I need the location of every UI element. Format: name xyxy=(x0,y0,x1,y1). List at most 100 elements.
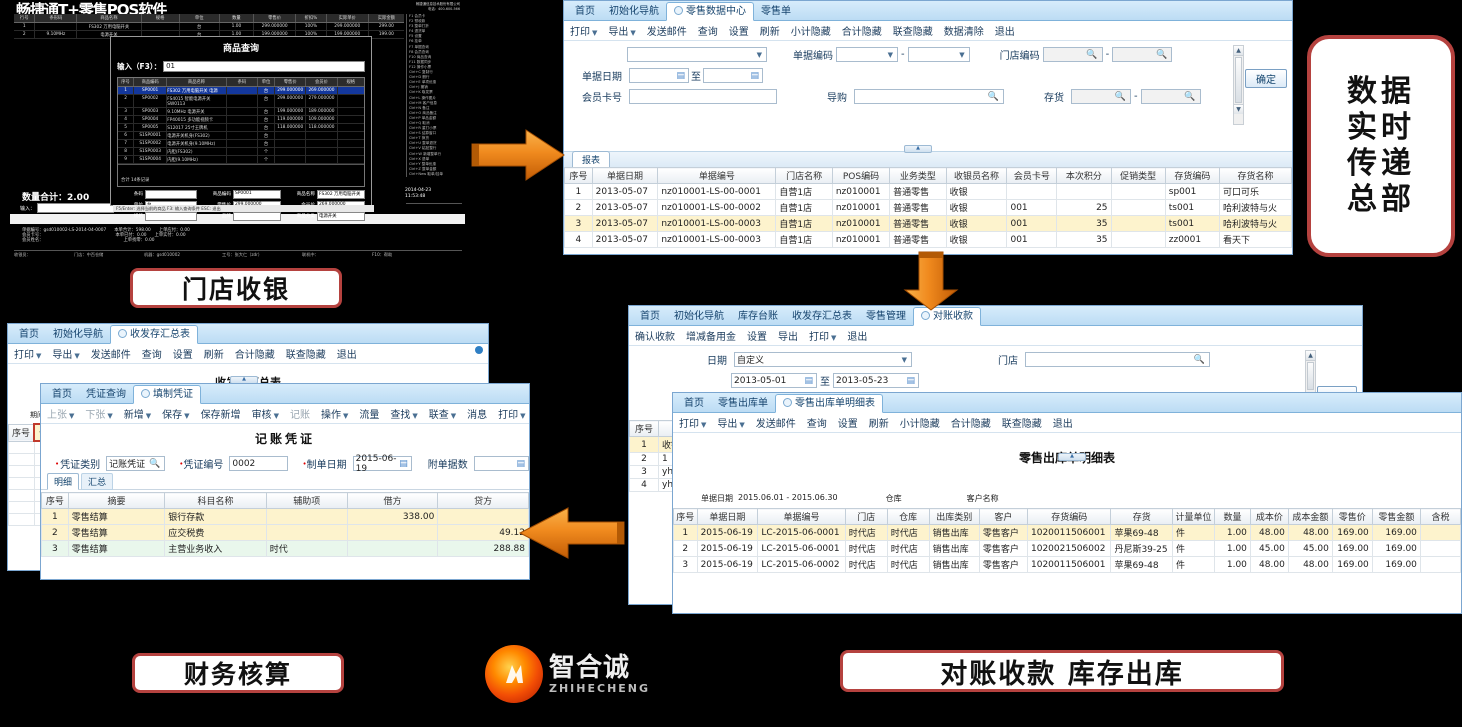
retail-center-menu-2[interactable]: 发送邮件 xyxy=(647,23,687,38)
detail-field[interactable]: 商品名称 FS302 万用电脑开关 xyxy=(285,190,365,199)
retail-center-menu-7[interactable]: 合计隐藏 xyxy=(842,23,882,38)
stock-summary-menu-4[interactable]: 设置 xyxy=(173,346,193,361)
retail-center-menu-6[interactable]: 小计隐藏 xyxy=(791,23,831,38)
stock-summary-menu-2[interactable]: 发送邮件 xyxy=(91,346,131,361)
retail-out-tab-1[interactable]: 零售出库单 xyxy=(711,395,775,412)
table-row[interactable]: 1 零售结算 银行存款 338.00 xyxy=(41,508,529,525)
table-row[interactable]: 2 2013-05-07 nz010001-LS-00-0002 自营1店 nz0100… xyxy=(564,199,1292,216)
retail-center-menu-0[interactable]: 打印 ▼ xyxy=(570,23,597,38)
date-from-input[interactable]: 2013-05-01 ▤ xyxy=(731,373,817,388)
retail-center-menubar[interactable]: 打印 ▼ 导出 ▼ 发送邮件 查询 设置 刷新 小计隐藏 合计隐藏 联查隐藏 数据清除 退出 xyxy=(564,21,1292,41)
tab-summary[interactable]: 汇总 xyxy=(81,473,114,490)
retail-out-menu-4[interactable]: 设置 xyxy=(838,415,858,430)
reconcile-tabbar[interactable]: 首页 初始化导航 库存台账 收发存汇总表 零售管理 对账收款 xyxy=(629,306,1362,326)
retail-center-menu-10[interactable]: 退出 xyxy=(995,23,1015,38)
tab-report[interactable]: 报表 xyxy=(572,151,611,167)
table-row[interactable]: 3 2015-06-19 LC-2015-06-0002 时代店 时代店 销售出库 零售客户… xyxy=(673,556,1461,573)
member-card-input[interactable] xyxy=(629,89,777,104)
voucher-tab-0[interactable]: 首页 xyxy=(45,386,79,403)
table-row[interactable]: 3 2013-05-07 nz010001-LS-00-0003 自营1店 nz0100… xyxy=(564,215,1292,232)
table-row[interactable]: 2 2015-06-19 LC-2015-06-0001 时代店 时代店 销售出库 零售客户… xyxy=(673,540,1461,557)
doc-date-from[interactable]: ▤ xyxy=(629,68,689,83)
retail-out-tabbar[interactable]: 首页 零售出库单 零售出库单明细表 xyxy=(673,393,1461,413)
voucher-menu-7[interactable]: 操作 ▼ xyxy=(321,406,348,421)
collapse-handle[interactable]: ▲ xyxy=(1058,453,1086,461)
dialog-result-row[interactable]: 7 S1SP0002 电源开关机身(9.10MHz) 台 xyxy=(118,140,364,148)
voucher-tab-2[interactable]: 填制凭证 xyxy=(133,385,201,404)
table-row[interactable]: 1 2013-05-07 nz010001-LS-00-0001 自营1店 nz0100… xyxy=(564,183,1292,200)
date-mode-select[interactable]: 自定义 ▼ xyxy=(734,352,912,367)
retail-center-menu-1[interactable]: 导出 ▼ xyxy=(608,23,635,38)
retail-center-menu-3[interactable]: 查询 xyxy=(698,23,718,38)
reconcile-menu-3[interactable]: 导出 xyxy=(778,328,798,343)
stock-summary-menubar[interactable]: 打印 ▼ 导出 ▼ 发送邮件 查询 设置 刷新 合计隐藏 联查隐藏 退出 xyxy=(8,344,488,364)
doc-date-to[interactable]: ▤ xyxy=(703,68,763,83)
help-icon[interactable] xyxy=(475,346,483,354)
voucher-menu-11[interactable]: 消息 xyxy=(467,406,487,421)
detail-field[interactable]: 规格 xyxy=(117,212,197,221)
voucher-menu-4[interactable]: 保存新增 xyxy=(201,406,241,421)
retail-out-tab-2[interactable]: 零售出库单明细表 xyxy=(775,394,883,413)
retail-out-tab-0[interactable]: 首页 xyxy=(677,395,711,412)
reconcile-tab-3[interactable]: 收发存汇总表 xyxy=(785,308,859,325)
voucher-menu-3[interactable]: 保存 ▼ xyxy=(162,406,189,421)
voucher-menubar[interactable]: 上张▼下张▼新增▼保存▼保存新增审核▼记账操作▼流量查找▼联查▼消息打印▼附件退… xyxy=(41,404,529,424)
retail-out-menu-2[interactable]: 发送邮件 xyxy=(756,415,796,430)
stock-summary-menu-6[interactable]: 合计隐藏 xyxy=(235,346,275,361)
retail-out-menu-8[interactable]: 联查隐藏 xyxy=(1002,415,1042,430)
retail-out-menu-1[interactable]: 导出 ▼ xyxy=(717,415,744,430)
retail-center-menu-8[interactable]: 联查隐藏 xyxy=(893,23,933,38)
retail-center-tabbar[interactable]: 首页 初始化导航 零售数据中心 零售单 xyxy=(564,1,1292,21)
dialog-result-row[interactable]: 8 S1SP0003 内胆(FS302) 个 xyxy=(118,148,364,156)
guide-input[interactable]: 🔍 xyxy=(854,89,1004,104)
dialog-result-row[interactable]: 3 SP0003 9.10MHz 电源开关 台 199.000000 189.000000 xyxy=(118,108,364,116)
report-subtab-bar[interactable]: 报表 xyxy=(564,151,1292,167)
retail-out-menubar[interactable]: 打印 ▼ 导出 ▼ 发送邮件 查询 设置 刷新 小计隐藏 合计隐藏 联查隐藏 退出 xyxy=(673,413,1461,433)
voucher-menu-6[interactable]: 记账 xyxy=(290,406,310,421)
retail-out-menu-3[interactable]: 查询 xyxy=(807,415,827,430)
table-row[interactable]: 1 2015-06-19 LC-2015-06-0001 时代店 时代店 销售出库 零售客户… xyxy=(673,524,1461,541)
tab-detail[interactable]: 明细 xyxy=(47,473,80,490)
retail-out-menu-7[interactable]: 合计隐藏 xyxy=(951,415,991,430)
voucher-subtabs[interactable]: 明细 汇总 xyxy=(41,473,529,490)
stock-summary-menu-7[interactable]: 联查隐藏 xyxy=(286,346,326,361)
confirm-button[interactable]: 确定 xyxy=(1245,69,1287,88)
stock-summary-tabbar[interactable]: 首页 初始化导航 收发存汇总表 xyxy=(8,324,488,344)
detail-field[interactable]: 品牌 xyxy=(201,212,281,221)
voucher-menu-12[interactable]: 打印 ▼ xyxy=(498,406,525,421)
table-row[interactable]: 2 零售结算 应交税费 49.12 xyxy=(41,524,529,541)
pos-input-row[interactable]: 输入： xyxy=(20,203,115,213)
stock-summary-menu-3[interactable]: 查询 xyxy=(142,346,162,361)
scroll-up-icon[interactable]: ▲ xyxy=(1306,351,1315,361)
retail-center-menu-5[interactable]: 刷新 xyxy=(760,23,780,38)
retail-out-menu-9[interactable]: 退出 xyxy=(1053,415,1073,430)
voucher-no-input[interactable]: 0002 xyxy=(229,456,289,471)
voucher-tabbar[interactable]: 首页 凭证查询 填制凭证 xyxy=(41,384,529,404)
store-code-to[interactable]: 🔍 xyxy=(1112,47,1173,62)
stock-summary-menu-8[interactable]: 退出 xyxy=(337,346,357,361)
voucher-menu-5[interactable]: 审核 ▼ xyxy=(252,406,279,421)
store-code-from[interactable]: 🔍 xyxy=(1042,47,1103,62)
reconcile-menubar[interactable]: 确认收款 增减备用金 设置 导出 打印 ▼ 退出 xyxy=(629,326,1362,346)
dialog-result-row[interactable]: 2 SP0002 FS4015 智能电源开关 SW0113 台 299.000000 27… xyxy=(118,95,364,108)
retail-out-menu-0[interactable]: 打印 ▼ xyxy=(679,415,706,430)
voucher-menu-0[interactable]: 上张 ▼ xyxy=(47,406,74,421)
voucher-menu-2[interactable]: 新增 ▼ xyxy=(124,406,151,421)
reconcile-menu-5[interactable]: 退出 xyxy=(847,328,867,343)
dialog-input-row[interactable]: 输入（F3）： 01 xyxy=(117,61,365,72)
reconcile-menu-2[interactable]: 设置 xyxy=(747,328,767,343)
reconcile-tab-1[interactable]: 初始化导航 xyxy=(667,308,731,325)
voucher-menu-9[interactable]: 查找 ▼ xyxy=(390,406,417,421)
retail-center-menu-4[interactable]: 设置 xyxy=(729,23,749,38)
store-input[interactable]: 🔍 xyxy=(1025,352,1210,367)
filter-scrollbar[interactable]: ▲ ▼ xyxy=(1233,45,1244,125)
reconcile-menu-0[interactable]: 确认收款 xyxy=(635,328,675,343)
dialog-result-row[interactable]: 5 SP0005 S12017 25寸王牌机台 118.000000 118.00000… xyxy=(118,124,364,132)
collapse-handle[interactable]: ▲ xyxy=(904,145,932,153)
retail-center-tab-1[interactable]: 初始化导航 xyxy=(602,3,666,20)
voucher-menu-1[interactable]: 下张 ▼ xyxy=(85,406,112,421)
reconcile-tab-0[interactable]: 首页 xyxy=(633,308,667,325)
retail-center-tab-2[interactable]: 零售数据中心 xyxy=(666,2,754,21)
dialog-result-row[interactable]: 4 SP0004 FP40015 多功能视频卡 台 119.000000 109.0000… xyxy=(118,116,364,124)
fkey-item[interactable]: Ctrl+New 取单/挂单 xyxy=(409,172,465,177)
